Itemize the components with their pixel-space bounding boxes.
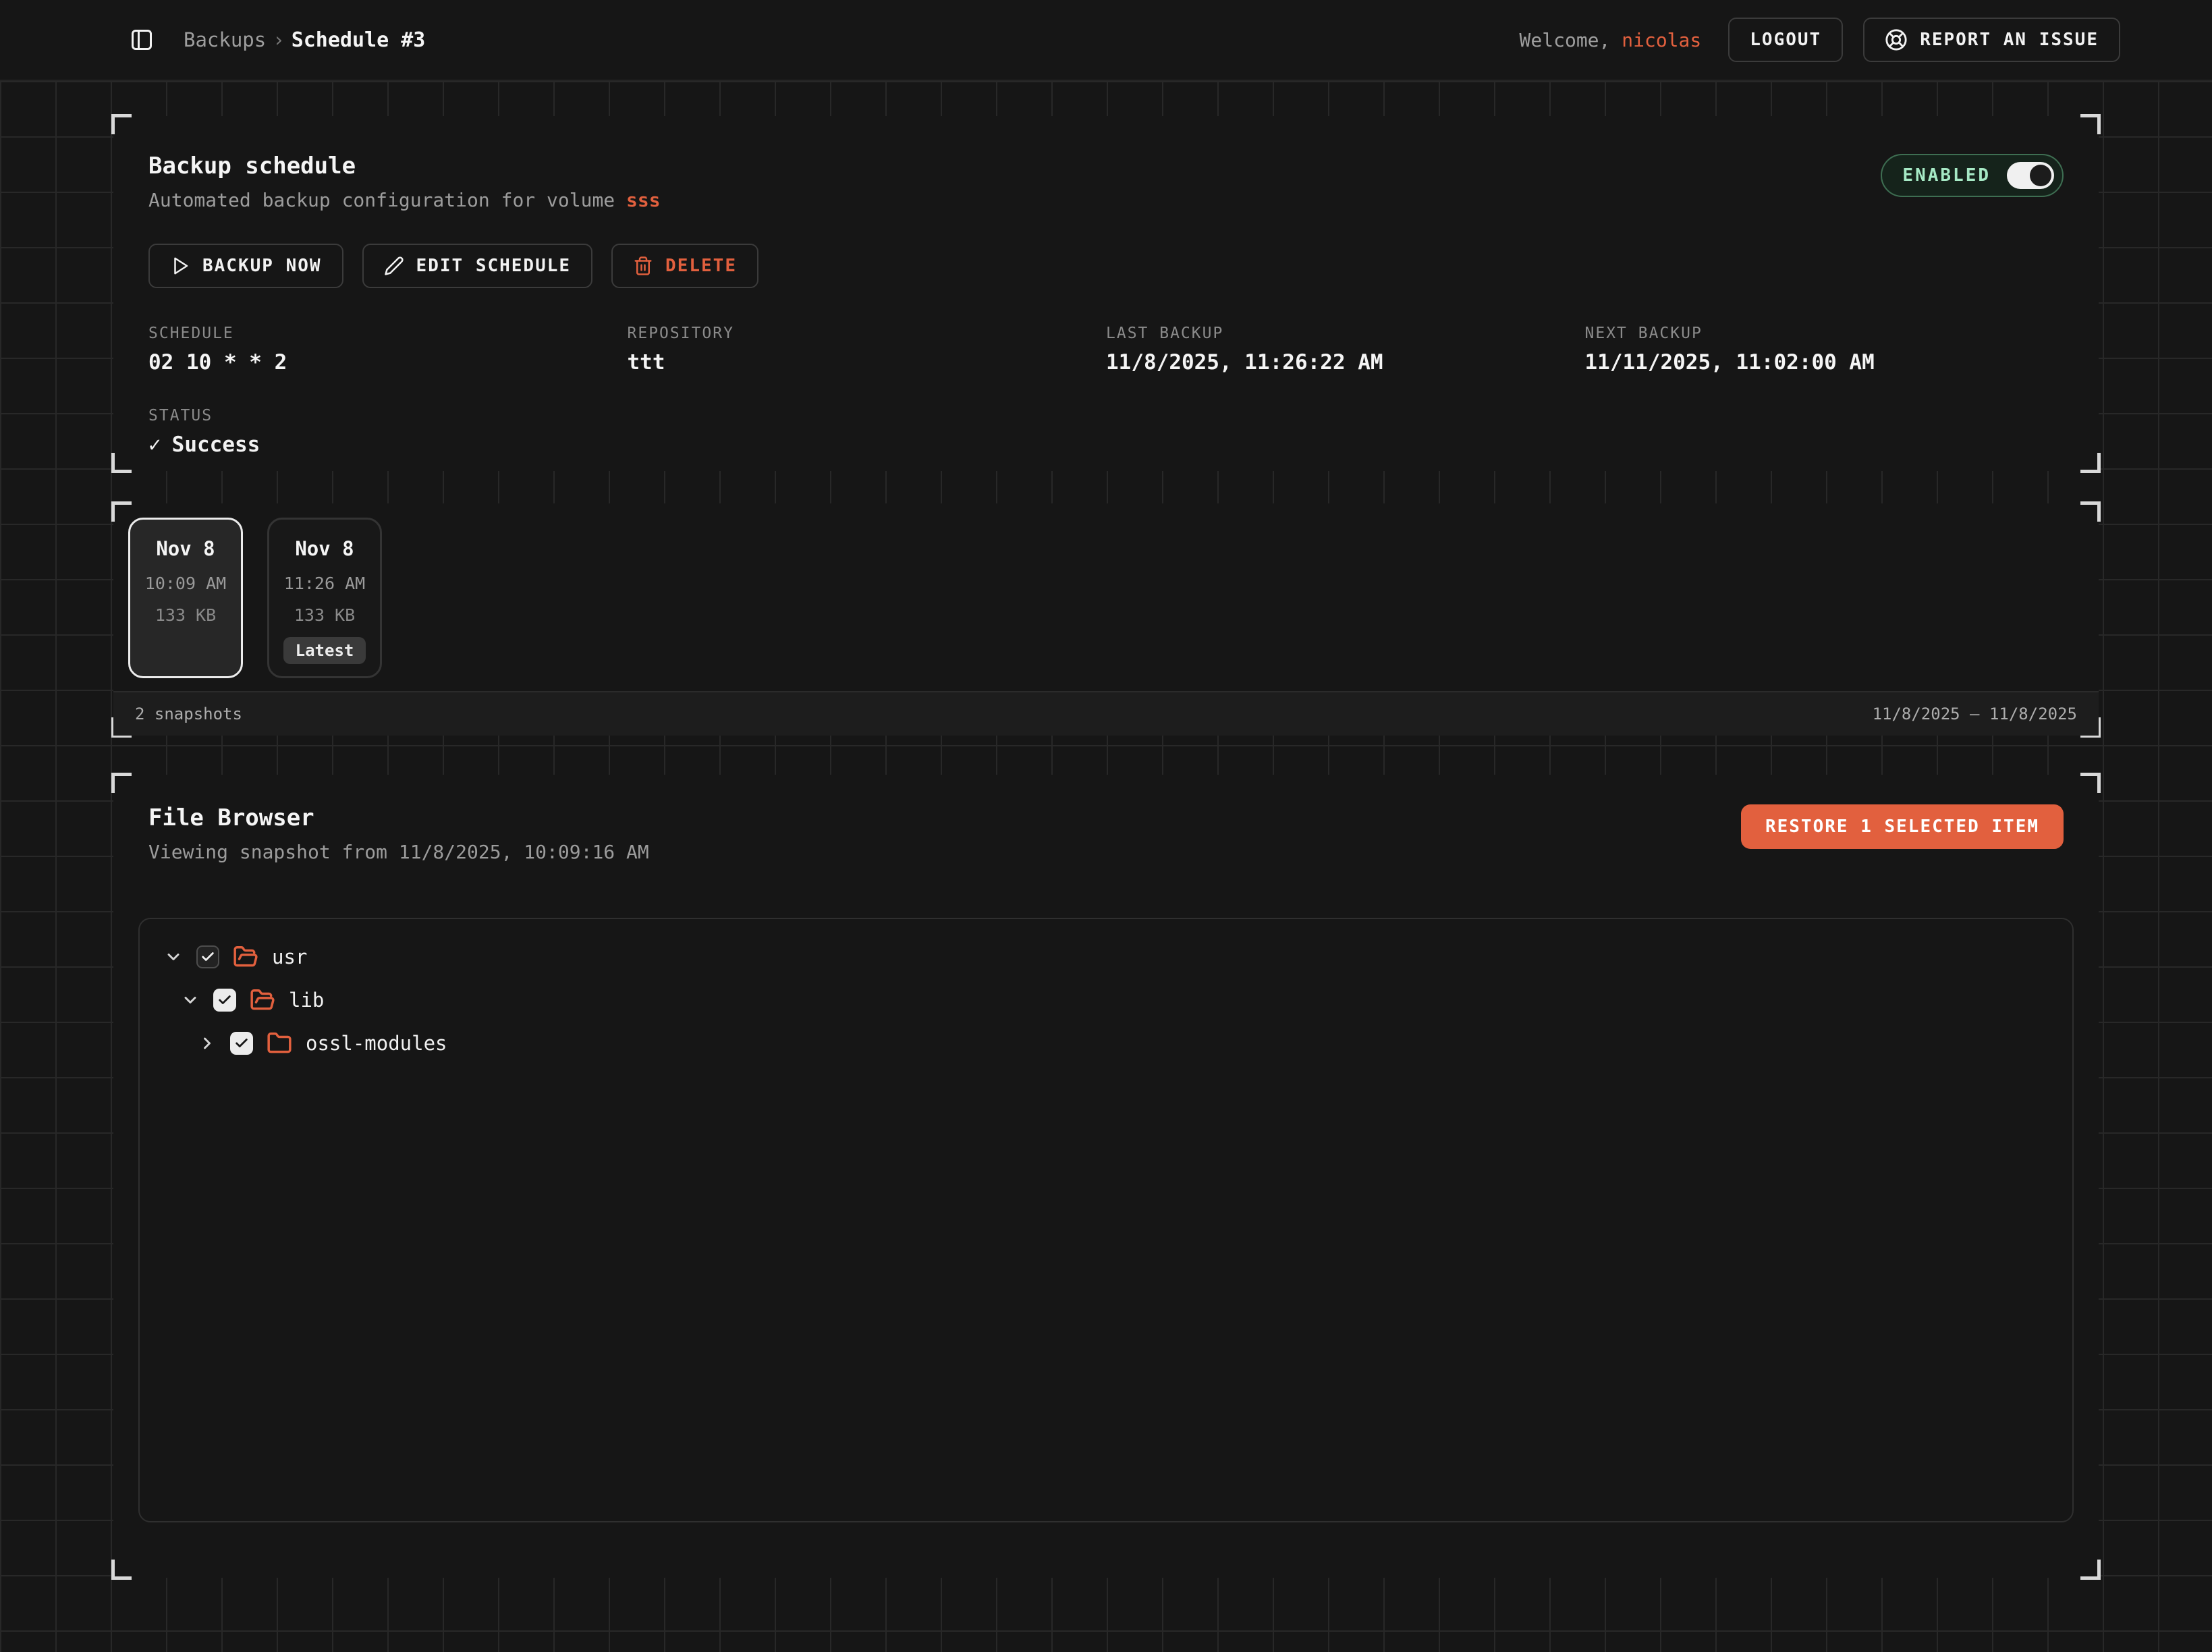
field-next-backup: NEXT BACKUP 11/11/2025, 11:02:00 AM	[1585, 325, 2064, 375]
tree-row-usr[interactable]: usr	[164, 935, 2048, 979]
field-repository: REPOSITORY ttt	[628, 325, 1107, 375]
field-last-backup: LAST BACKUP 11/8/2025, 11:26:22 AM	[1106, 325, 1585, 375]
field-label: LAST BACKUP	[1106, 325, 1585, 342]
tree-row-lib[interactable]: lib	[181, 979, 2048, 1022]
breadcrumb: Backups › Schedule #3	[184, 28, 425, 52]
snapshot-date: Nov 8	[156, 537, 215, 560]
corner-bracket	[2080, 114, 2101, 134]
tree-item-name: ossl-modules	[306, 1032, 447, 1055]
enabled-label: ENABLED	[1902, 165, 1991, 186]
field-schedule: SCHEDULE 02 10 * * 2	[148, 325, 628, 375]
field-label: STATUS	[148, 407, 2064, 424]
snapshot-time: 11:26 AM	[284, 574, 365, 593]
folder-open-icon	[250, 987, 275, 1013]
pencil-icon	[384, 256, 404, 276]
volume-name: sss	[626, 189, 661, 211]
chevron-down-icon[interactable]	[164, 947, 183, 966]
corner-bracket	[111, 114, 132, 134]
toggle-knob	[2030, 165, 2051, 186]
logout-label: LOGOUT	[1750, 30, 1821, 50]
file-tree: usr lib ossl-modules	[138, 918, 2074, 1522]
schedule-fields: SCHEDULE 02 10 * * 2 REPOSITORY ttt LAST…	[148, 325, 2064, 375]
logout-button[interactable]: LOGOUT	[1728, 18, 1843, 62]
snapshot-list: Nov 8 10:09 AM 133 KB Nov 8 11:26 AM 133…	[113, 503, 2099, 692]
checkbox-partial[interactable]	[196, 945, 219, 968]
username: nicolas	[1622, 29, 1701, 51]
checkbox-checked[interactable]	[213, 989, 236, 1012]
corner-bracket	[111, 453, 132, 473]
panel-subtitle: Automated backup configuration for volum…	[148, 189, 2064, 211]
top-bar: Backups › Schedule #3 Welcome, nicolas L…	[0, 0, 2212, 81]
corner-bracket	[2080, 1560, 2101, 1580]
enabled-toggle[interactable]: ENABLED	[1881, 154, 2064, 197]
welcome-text: Welcome, nicolas	[1520, 29, 1702, 51]
field-value: 11/11/2025, 11:02:00 AM	[1585, 350, 2064, 375]
snapshot-size: 133 KB	[155, 605, 216, 625]
field-label: REPOSITORY	[628, 325, 1107, 342]
field-status: STATUS ✓ Success	[148, 407, 2064, 457]
file-browser-header: File Browser Viewing snapshot from 11/8/…	[113, 775, 2099, 863]
file-browser-panel: File Browser Viewing snapshot from 11/8/…	[113, 775, 2099, 1578]
panel-title: Backup schedule	[148, 153, 2064, 180]
folder-open-icon	[233, 944, 258, 970]
folder-icon	[267, 1030, 292, 1056]
status-value: ✓ Success	[148, 433, 2064, 457]
report-issue-button[interactable]: REPORT AN ISSUE	[1863, 18, 2120, 62]
snapshot-count: 2 snapshots	[135, 705, 242, 723]
snapshot-date: Nov 8	[295, 537, 354, 560]
report-issue-label: REPORT AN ISSUE	[1920, 30, 2099, 50]
breadcrumb-page: Schedule #3	[292, 28, 426, 52]
checkbox-checked[interactable]	[230, 1032, 253, 1055]
delete-label: DELETE	[665, 256, 737, 276]
delete-button[interactable]: DELETE	[611, 244, 758, 288]
tree-row-ossl-modules[interactable]: ossl-modules	[198, 1022, 2048, 1065]
chevron-down-icon[interactable]	[181, 991, 200, 1010]
corner-bracket	[111, 1560, 132, 1580]
breadcrumb-separator: ›	[273, 28, 284, 51]
restore-button[interactable]: RESTORE 1 SELECTED ITEM	[1741, 804, 2064, 849]
snapshot-size: 133 KB	[294, 605, 355, 625]
schedule-actions: BACKUP NOW EDIT SCHEDULE DELETE	[148, 244, 2064, 288]
trash-icon	[633, 256, 653, 276]
field-label: NEXT BACKUP	[1585, 325, 2064, 342]
play-icon	[170, 256, 190, 276]
page-background: { "colors": { "accent": "#e2603e", "pane…	[0, 0, 2212, 1652]
field-value: 11/8/2025, 11:26:22 AM	[1106, 350, 1585, 375]
snapshot-card-selected[interactable]: Nov 8 10:09 AM 133 KB	[128, 518, 243, 678]
field-value: 02 10 * * 2	[148, 350, 628, 375]
snapshot-card[interactable]: Nov 8 11:26 AM 133 KB Latest	[267, 518, 382, 678]
corner-bracket	[2080, 453, 2101, 473]
breadcrumb-section[interactable]: Backups	[184, 28, 266, 51]
field-label: SCHEDULE	[148, 325, 628, 342]
life-buoy-icon	[1885, 28, 1908, 51]
backup-now-label: BACKUP NOW	[202, 256, 322, 276]
sidebar-toggle-icon[interactable]	[130, 28, 154, 52]
chevron-right-icon[interactable]	[198, 1034, 217, 1053]
backup-schedule-panel: Backup schedule Automated backup configu…	[113, 116, 2099, 471]
latest-badge: Latest	[283, 637, 366, 664]
snapshots-panel: Nov 8 10:09 AM 133 KB Nov 8 11:26 AM 133…	[113, 503, 2099, 736]
snapshot-time: 10:09 AM	[145, 574, 226, 593]
check-icon: ✓	[148, 433, 161, 457]
status-text: Success	[172, 433, 260, 457]
field-value: ttt	[628, 350, 1107, 375]
tree-item-name: lib	[289, 989, 324, 1012]
edit-schedule-button[interactable]: EDIT SCHEDULE	[362, 244, 593, 288]
edit-schedule-label: EDIT SCHEDULE	[416, 256, 572, 276]
tree-item-name: usr	[272, 945, 307, 968]
snapshots-footer: 2 snapshots 11/8/2025 – 11/8/2025	[113, 691, 2099, 736]
snapshot-date-range: 11/8/2025 – 11/8/2025	[1873, 705, 2077, 723]
backup-now-button[interactable]: BACKUP NOW	[148, 244, 343, 288]
toggle-switch[interactable]	[2007, 162, 2054, 189]
